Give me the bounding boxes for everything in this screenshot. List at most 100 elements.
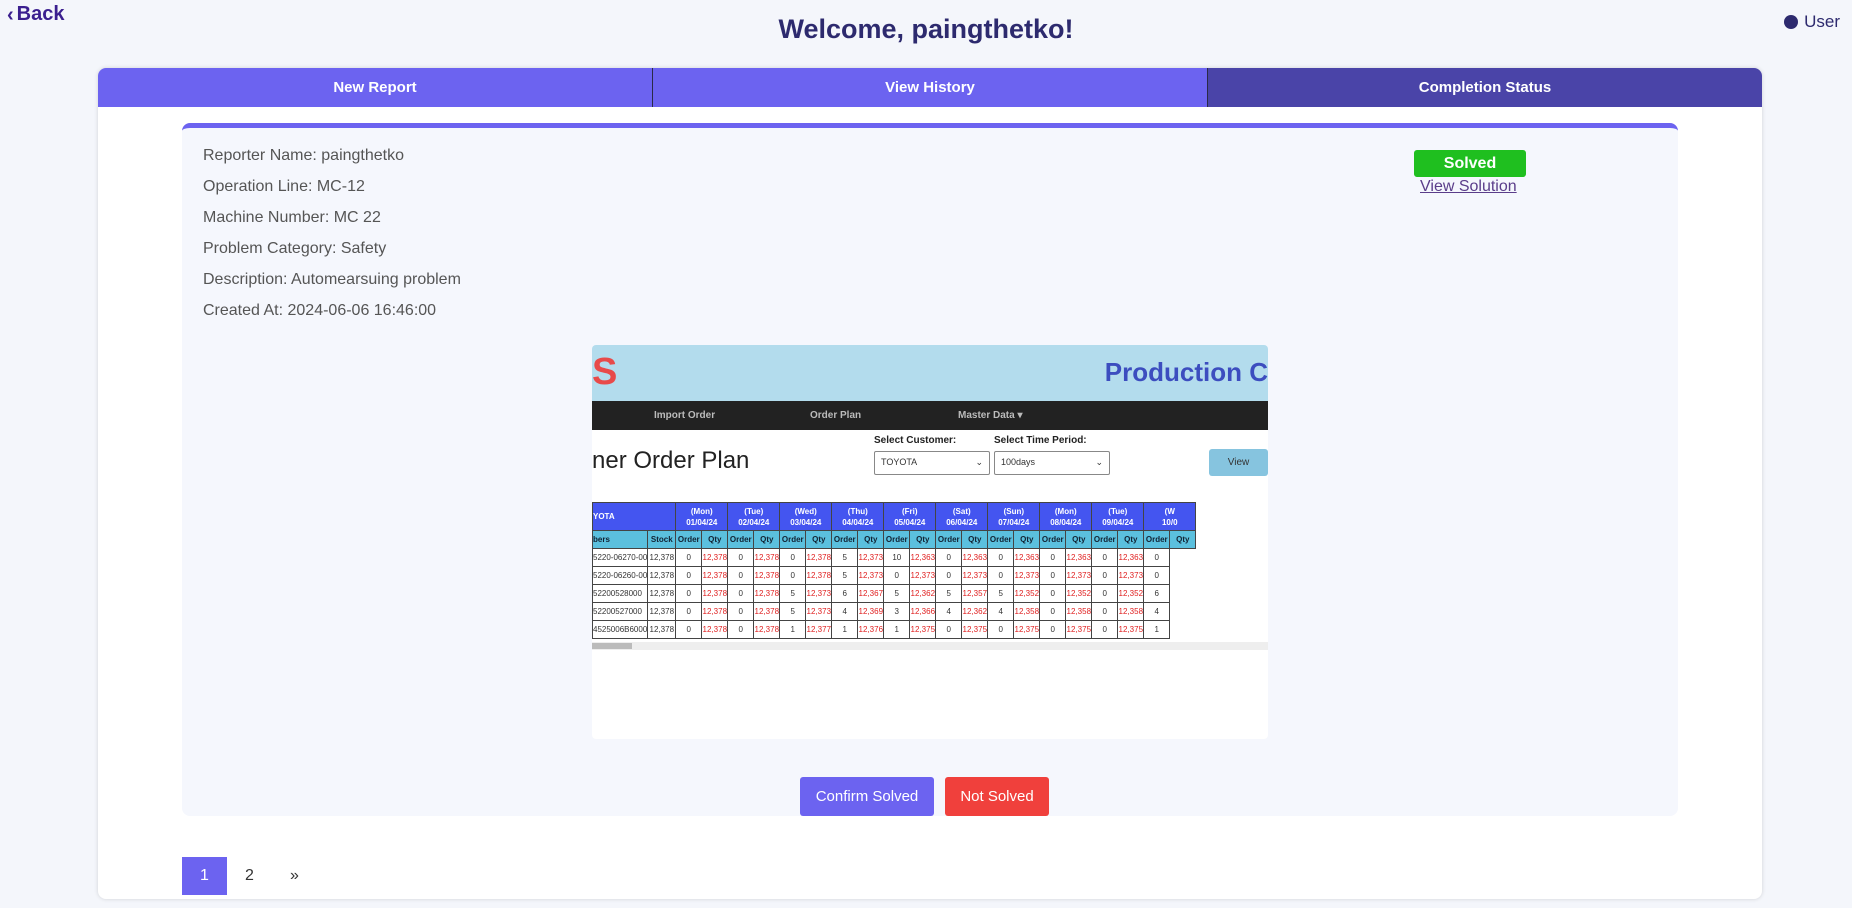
table-order-cell: 0 bbox=[727, 620, 755, 639]
table-qty-cell: 12,375 bbox=[909, 620, 937, 639]
table-order-cell: 0 bbox=[1039, 566, 1067, 585]
table-qty-cell: 12,352 bbox=[1065, 584, 1093, 603]
table-qty-cell: 12,373 bbox=[805, 602, 833, 621]
table-order-cell: 5 bbox=[883, 584, 911, 603]
table-qty-cell: 12,375 bbox=[961, 620, 989, 639]
screenshot-customer-select: TOYOTA ⌄ bbox=[874, 451, 990, 475]
table-order-cell: 5 bbox=[779, 602, 807, 621]
table-order-cell: 4 bbox=[831, 602, 859, 621]
table-qty-cell: 12,378 bbox=[753, 602, 781, 621]
table-stock-header: Stock bbox=[647, 530, 677, 549]
table-qty-header: Qty bbox=[961, 530, 989, 549]
table-qty-cell: 12,376 bbox=[857, 620, 885, 639]
table-day-header: (Thu) 04/04/24 bbox=[831, 502, 885, 531]
table-stock-cell: 12,378 bbox=[647, 620, 677, 639]
table-qty-cell: 12,363 bbox=[1013, 548, 1041, 567]
table-order-header: Order bbox=[935, 530, 963, 549]
table-order-header: Order bbox=[987, 530, 1015, 549]
table-qty-cell: 12,367 bbox=[857, 584, 885, 603]
screenshot-period-label: Select Time Period: bbox=[994, 435, 1087, 446]
table-order-header: Order bbox=[675, 530, 703, 549]
table-order-header: Order bbox=[883, 530, 911, 549]
table-qty-cell: 12,363 bbox=[1117, 548, 1145, 567]
table-order-cell: 0 bbox=[675, 620, 703, 639]
table-stock-cell: 12,378 bbox=[647, 548, 677, 567]
table-qty-cell: 12,366 bbox=[909, 602, 937, 621]
screenshot-logo: S bbox=[592, 351, 618, 393]
table-qty-cell: 12,378 bbox=[753, 620, 781, 639]
screenshot-view-button: View bbox=[1209, 449, 1268, 476]
table-qty-header: Qty bbox=[753, 530, 781, 549]
table-qty-cell: 12,373 bbox=[909, 566, 937, 585]
table-qty-cell: 12,363 bbox=[909, 548, 937, 567]
table-part-cell: 5220-06260-00 bbox=[592, 566, 649, 585]
table-qty-cell: 12,352 bbox=[1117, 584, 1145, 603]
screenshot-order-table: YOTA (Mon) 01/04/24 (Tue) 02/04/24 (Wed) 03/04… bbox=[592, 502, 1197, 639]
confirm-solved-button[interactable]: Confirm Solved bbox=[800, 777, 934, 816]
table-row: 5220-06260-00 12,378 0 12,378 0 12,378 0 12,378… bbox=[592, 566, 1196, 585]
table-order-cell: 0 bbox=[727, 584, 755, 603]
table-order-cell: 0 bbox=[1091, 584, 1119, 603]
table-qty-cell: 12,373 bbox=[857, 548, 885, 567]
table-qty-cell: 12,373 bbox=[1065, 566, 1093, 585]
table-order-cell: 0 bbox=[1091, 548, 1119, 567]
table-qty-header: Qty bbox=[1169, 530, 1197, 549]
table-qty-cell: 12,378 bbox=[701, 548, 729, 567]
page-title: Welcome, paingthetko! bbox=[778, 14, 1074, 44]
tab-completion-status[interactable]: Completion Status bbox=[1207, 68, 1762, 107]
page-1-button[interactable]: 1 bbox=[182, 857, 227, 895]
screenshot-scrollbar bbox=[592, 642, 1268, 650]
screenshot-nav: Import Order Order Plan Master Data ▾ bbox=[592, 401, 1268, 430]
table-order-cell: 0 bbox=[1143, 566, 1171, 585]
table-row: 52200528000 12,378 0 12,378 0 12,378 5 12,373 6 1… bbox=[592, 584, 1196, 603]
view-solution-link[interactable]: View Solution bbox=[1420, 178, 1517, 196]
table-order-cell: 0 bbox=[883, 566, 911, 585]
table-row: 52200527000 12,378 0 12,378 0 12,378 5 12,373 4 1… bbox=[592, 602, 1196, 621]
table-order-cell: 0 bbox=[1091, 566, 1119, 585]
table-qty-cell: 12,358 bbox=[1117, 602, 1145, 621]
table-order-cell: 0 bbox=[935, 548, 963, 567]
screenshot-plan-title: ner Order Plan bbox=[592, 447, 750, 474]
table-qty-cell: 12,358 bbox=[1013, 602, 1041, 621]
tab-new-report[interactable]: New Report bbox=[98, 68, 652, 107]
table-part-cell: 5220-06270-00 bbox=[592, 548, 649, 567]
next-page-button[interactable]: » bbox=[272, 857, 317, 895]
table-order-cell: 0 bbox=[727, 566, 755, 585]
pagination: 1 2 » bbox=[182, 857, 317, 895]
screenshot-header: S Production C bbox=[592, 345, 1268, 401]
table-order-cell: 6 bbox=[831, 584, 859, 603]
table-order-cell: 0 bbox=[1091, 602, 1119, 621]
table-qty-cell: 12,375 bbox=[1065, 620, 1093, 639]
table-qty-header: Qty bbox=[857, 530, 885, 549]
table-order-header: Order bbox=[1039, 530, 1067, 549]
table-order-header: Order bbox=[1091, 530, 1119, 549]
table-qty-cell: 12,377 bbox=[805, 620, 833, 639]
table-qty-cell: 12,378 bbox=[753, 584, 781, 603]
table-qty-cell: 12,378 bbox=[701, 620, 729, 639]
tab-view-history[interactable]: View History bbox=[652, 68, 1207, 107]
table-day-header: (Sun) 07/04/24 bbox=[987, 502, 1041, 531]
machine-number: Machine Number: MC 22 bbox=[203, 209, 381, 226]
not-solved-button[interactable]: Not Solved bbox=[945, 777, 1049, 816]
table-order-cell: 0 bbox=[1143, 548, 1171, 567]
table-order-cell: 0 bbox=[987, 548, 1015, 567]
table-qty-header: Qty bbox=[1013, 530, 1041, 549]
table-order-header: Order bbox=[831, 530, 859, 549]
table-qty-cell: 12,373 bbox=[805, 584, 833, 603]
table-order-cell: 0 bbox=[727, 602, 755, 621]
chevron-down-icon: ⌄ bbox=[975, 457, 983, 467]
table-qty-cell: 12,373 bbox=[1013, 566, 1041, 585]
table-order-cell: 0 bbox=[675, 548, 703, 567]
table-order-cell: 5 bbox=[831, 566, 859, 585]
table-day-header: (Sat) 06/04/24 bbox=[935, 502, 989, 531]
attachment-image: S Production C Import Order Order Plan M… bbox=[592, 345, 1268, 739]
table-order-cell: 0 bbox=[675, 602, 703, 621]
table-subheader-row: bers Stock Order Qty Order Qty Order Qty Order Qt… bbox=[592, 530, 1197, 549]
page-2-button[interactable]: 2 bbox=[227, 857, 272, 895]
table-qty-header: Qty bbox=[805, 530, 833, 549]
table-qty-cell: 12,357 bbox=[961, 584, 989, 603]
table-order-cell: 1 bbox=[831, 620, 859, 639]
table-qty-cell: 12,378 bbox=[701, 602, 729, 621]
table-part-cell: 4525006B6000 bbox=[592, 620, 649, 639]
table-qty-cell: 12,378 bbox=[805, 548, 833, 567]
